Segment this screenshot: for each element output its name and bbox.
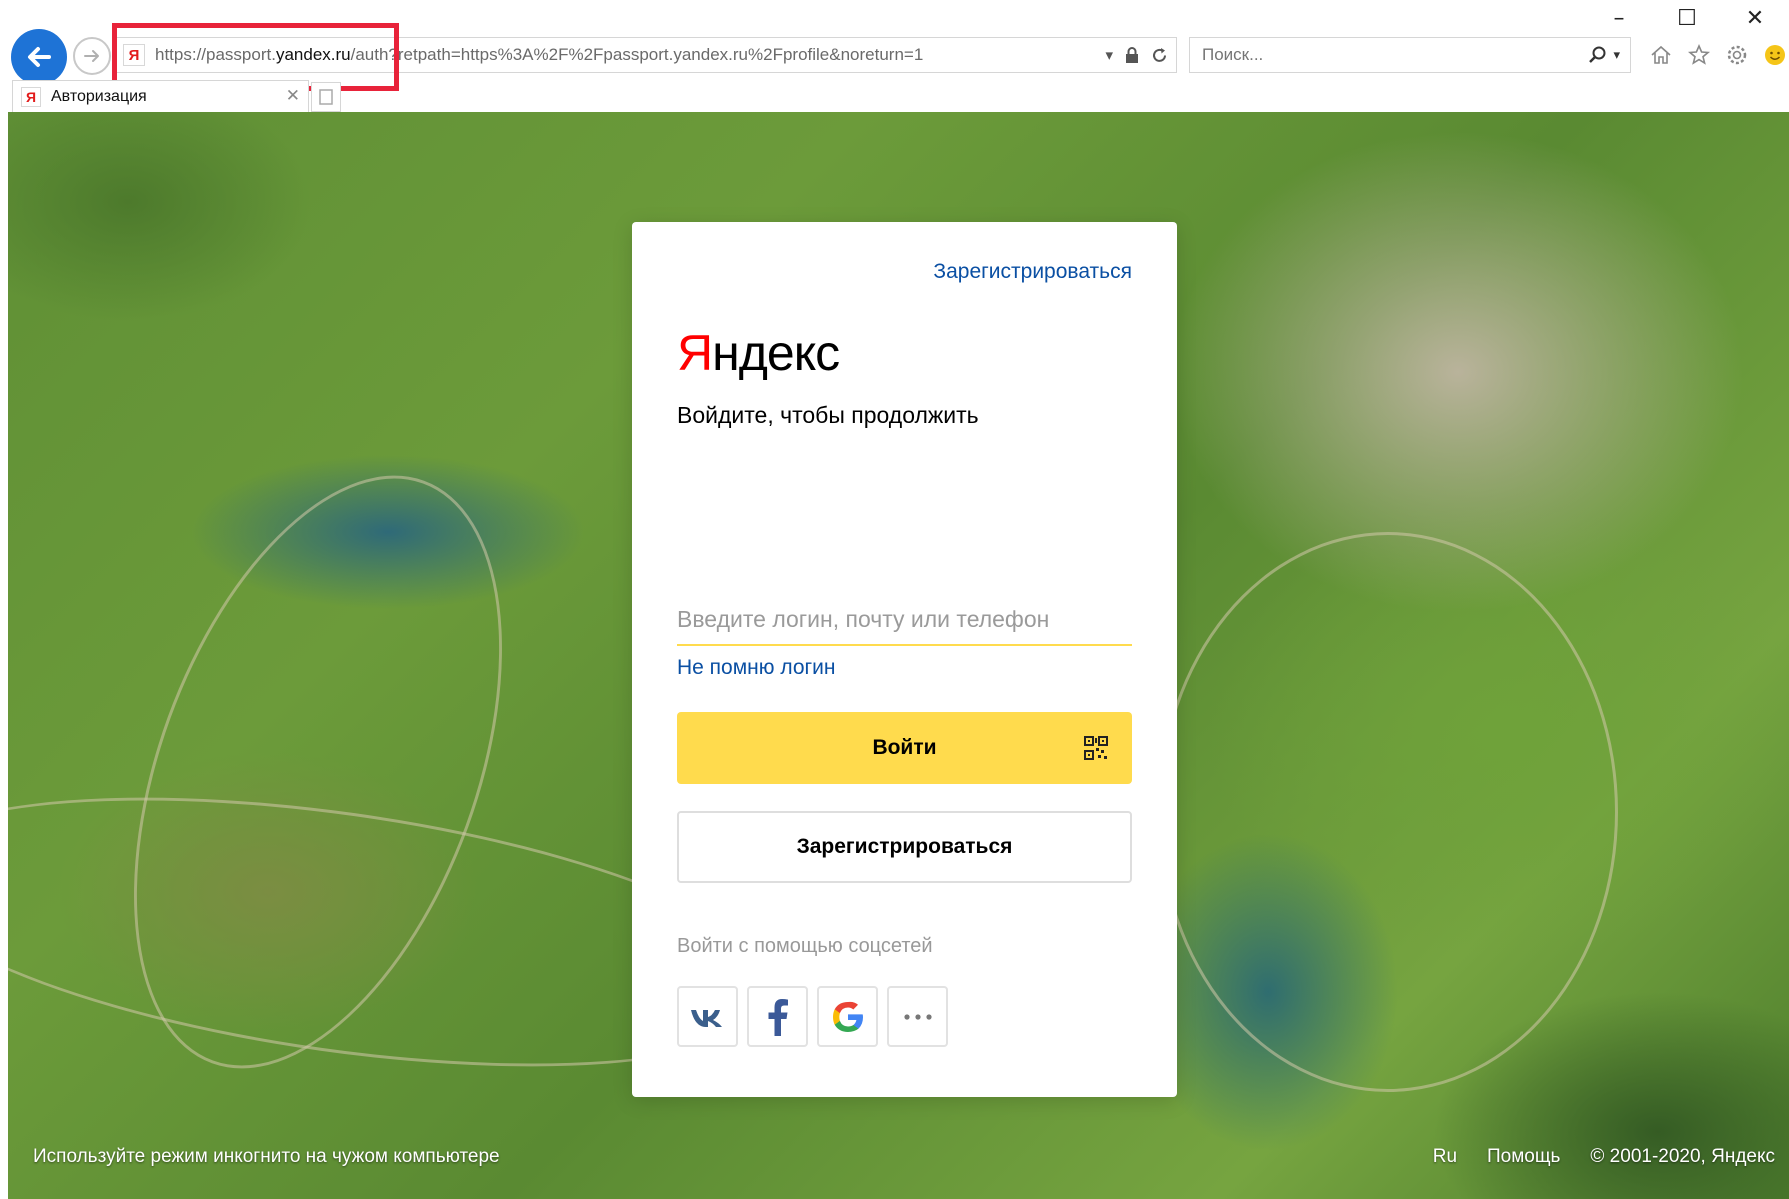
window-controls: – ☐ ✕ [1585, 0, 1789, 36]
forgot-login-link[interactable]: Не помню логин [677, 656, 836, 680]
page-subtitle: Войдите, чтобы продолжить [677, 402, 979, 428]
more-icon [903, 1013, 932, 1020]
browser-chrome: – ☐ ✕ Я https://passport.yandex.ru/auth?… [0, 0, 1789, 112]
new-tab-icon [319, 89, 333, 105]
address-tools: ▾ [1105, 38, 1168, 72]
maximize-button[interactable]: ☐ [1653, 0, 1721, 36]
tab-title: Авторизация [51, 87, 147, 105]
refresh-icon[interactable] [1151, 47, 1168, 64]
search-box[interactable]: ▾ [1189, 37, 1631, 73]
close-window-button[interactable]: ✕ [1721, 0, 1789, 36]
url-text[interactable]: https://passport.yandex.ru/auth?retpath=… [155, 45, 923, 65]
address-bar[interactable]: Я https://passport.yandex.ru/auth?retpat… [116, 37, 1177, 73]
login-button[interactable]: Войти [677, 712, 1132, 784]
arrow-right-icon [84, 50, 99, 62]
smiley-icon[interactable] [1762, 42, 1788, 68]
star-icon[interactable] [1686, 42, 1712, 68]
logo-rest: ндекс [712, 325, 840, 381]
new-tab-button[interactable] [311, 82, 341, 112]
register-link[interactable]: Зарегистрироваться [933, 260, 1132, 284]
language-link[interactable]: Ru [1433, 1146, 1457, 1168]
lock-icon[interactable] [1125, 46, 1139, 64]
facebook-login-button[interactable] [747, 986, 808, 1047]
help-link[interactable]: Помощь [1487, 1146, 1560, 1168]
back-button[interactable] [11, 29, 67, 85]
url-prefix: https://passport. [155, 45, 276, 64]
url-rest: /auth?retpath=https%3A%2F%2Fpassport.yan… [350, 45, 924, 64]
qr-code-icon[interactable] [1084, 736, 1108, 760]
chevron-down-icon[interactable]: ▾ [1613, 47, 1620, 63]
logo-first-letter: Я [677, 325, 713, 381]
google-icon [832, 1001, 863, 1032]
register-button[interactable]: Зарегистрироваться [677, 811, 1132, 883]
tab-authorization[interactable]: Я Авторизация ✕ [12, 80, 309, 112]
vk-icon [690, 1009, 722, 1027]
yandex-favicon-icon: Я [123, 44, 145, 66]
search-tools: ▾ [1587, 38, 1620, 72]
dropdown-icon[interactable]: ▾ [1105, 46, 1113, 64]
toolbar-icons [1648, 37, 1788, 73]
search-icon[interactable] [1587, 45, 1607, 65]
google-login-button[interactable] [817, 986, 878, 1047]
forward-button[interactable] [73, 37, 111, 75]
more-social-button[interactable] [887, 986, 948, 1047]
login-card: Зарегистрироваться Яндекс Войдите, чтобы… [632, 222, 1177, 1097]
url-host: yandex.ru [275, 45, 351, 64]
yandex-favicon-icon: Я [21, 86, 41, 107]
vk-login-button[interactable] [677, 986, 738, 1047]
incognito-hint: Используйте режим инкогнито на чужом ком… [33, 1146, 500, 1167]
arrow-left-icon [28, 47, 51, 67]
facebook-icon [768, 998, 788, 1036]
social-login-row [677, 986, 948, 1047]
login-input[interactable] [677, 602, 1132, 646]
home-icon[interactable] [1648, 42, 1674, 68]
close-tab-icon[interactable]: ✕ [286, 86, 300, 106]
gear-icon[interactable] [1724, 42, 1750, 68]
footer-links: Ru Помощь © 2001-2020, Яндекс [1433, 1146, 1775, 1168]
search-input[interactable] [1202, 45, 1562, 65]
social-login-label: Войти с помощью соцсетей [677, 935, 933, 957]
copyright-text: © 2001-2020, Яндекс [1590, 1146, 1775, 1167]
login-button-label: Войти [872, 736, 937, 759]
yandex-logo: Яндекс [677, 324, 840, 382]
minimize-button[interactable]: – [1585, 0, 1653, 36]
field-path-decoration [1158, 532, 1618, 1092]
